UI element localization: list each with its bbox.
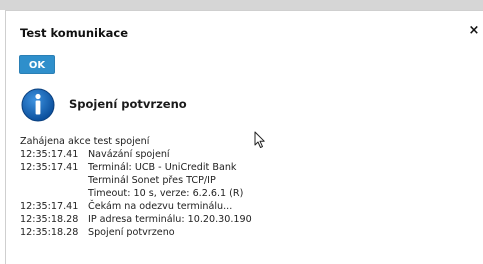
log-line: 12:35:18.28 IP adresa terminálu: 10.20.3… bbox=[20, 213, 252, 226]
test-communication-dialog: Test komunikace × OK Spojení potvrzeno Z… bbox=[5, 10, 483, 264]
ok-button[interactable]: OK bbox=[19, 55, 55, 74]
log-time bbox=[20, 174, 88, 187]
log-text: Timeout: 10 s, verze: 6.2.6.1 (R) bbox=[88, 188, 244, 199]
log-text: Spojení potvrzeno bbox=[88, 227, 175, 238]
log-text: IP adresa terminálu: 10.20.30.190 bbox=[88, 214, 252, 225]
log-line: 12:35:17.41 Čekám na odezvu terminálu... bbox=[20, 200, 252, 213]
log-time: 12:35:17.41 bbox=[20, 201, 79, 212]
communication-log: Zahájena akce test spojení 12:35:17.41 N… bbox=[20, 135, 252, 239]
info-icon bbox=[21, 88, 55, 122]
log-text: Čekám na odezvu terminálu... bbox=[88, 201, 233, 212]
log-text: Terminál Sonet přes TCP/IP bbox=[88, 175, 216, 186]
backdrop bbox=[0, 0, 483, 10]
log-time bbox=[20, 187, 88, 200]
log-time: 12:35:18.28 bbox=[20, 227, 79, 238]
log-line: 12:35:17.41 Navázání spojení bbox=[20, 148, 252, 161]
log-time: 12:35:18.28 bbox=[20, 214, 79, 225]
dialog-title: Test komunikace bbox=[20, 26, 129, 40]
log-text: Terminál: UCB - UniCredit Bank bbox=[88, 162, 237, 173]
log-line: Zahájena akce test spojení bbox=[20, 135, 252, 148]
log-time: 12:35:17.41 bbox=[20, 149, 79, 160]
log-line: Timeout: 10 s, verze: 6.2.6.1 (R) bbox=[20, 187, 252, 200]
log-line: 12:35:18.28 Spojení potvrzeno bbox=[20, 226, 252, 239]
status-heading: Spojení potvrzeno bbox=[69, 97, 187, 111]
log-time: 12:35:17.41 bbox=[20, 162, 79, 173]
log-line: 12:35:17.41 Terminál: UCB - UniCredit Ba… bbox=[20, 161, 252, 174]
log-text: Zahájena akce test spojení bbox=[20, 136, 150, 147]
log-text: Navázání spojení bbox=[88, 149, 170, 160]
log-line: Terminál Sonet přes TCP/IP bbox=[20, 174, 252, 187]
mouse-pointer-icon bbox=[254, 131, 265, 148]
close-icon[interactable]: × bbox=[467, 24, 481, 38]
